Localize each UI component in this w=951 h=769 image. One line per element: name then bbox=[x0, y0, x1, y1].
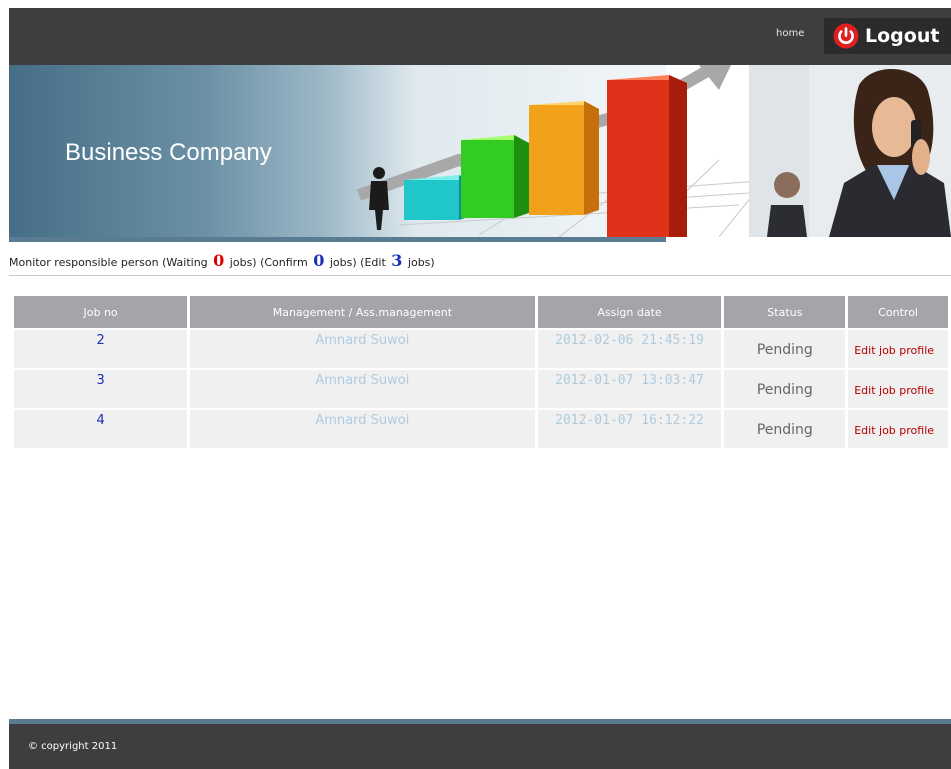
edit-job-profile-link[interactable]: Edit job profile bbox=[848, 370, 948, 397]
table-row: 2 Amnard Suwoi 2012-02-06 21:45:19 Pendi… bbox=[14, 328, 951, 368]
header-status: Status bbox=[724, 296, 849, 328]
logout-label: Logout bbox=[865, 25, 940, 47]
home-link[interactable]: home bbox=[776, 28, 804, 39]
assign-date: 2012-01-07 13:03:47 bbox=[555, 373, 704, 388]
header-management: Management / Ass.management bbox=[190, 296, 538, 328]
businesswoman-photo bbox=[749, 65, 951, 237]
manager-name: Amnard Suwoi bbox=[315, 333, 410, 348]
monitor-divider bbox=[9, 275, 951, 276]
jobs-table: Job no Management / Ass.management Assig… bbox=[14, 296, 951, 448]
monitor-summary: Monitor responsible person (Waiting 0 jo… bbox=[9, 251, 435, 270]
confirm-count: 0 bbox=[313, 251, 325, 270]
company-name: Business Company bbox=[65, 139, 272, 166]
header-assign-date: Assign date bbox=[537, 296, 725, 328]
edit-job-profile-link[interactable]: Edit job profile bbox=[848, 410, 948, 437]
header-control: Control bbox=[848, 296, 951, 328]
header-job-no: Job no bbox=[14, 296, 191, 328]
job-no-link[interactable]: 4 bbox=[96, 410, 104, 428]
banner: Business Company bbox=[9, 65, 951, 237]
copyright-text: © copyright 2011 bbox=[28, 741, 118, 752]
monitor-mid-1: jobs) (Confirm bbox=[229, 256, 308, 269]
manager-name: Amnard Suwoi bbox=[315, 413, 410, 428]
growth-chart-illustration bbox=[357, 65, 769, 237]
assign-date: 2012-01-07 16:12:22 bbox=[555, 413, 704, 428]
monitor-suffix: jobs) bbox=[407, 256, 435, 269]
banner-underline bbox=[9, 237, 666, 242]
status-text: Pending bbox=[756, 342, 813, 358]
monitor-mid-2: jobs) (Edit bbox=[329, 256, 386, 269]
table-row: 3 Amnard Suwoi 2012-01-07 13:03:47 Pendi… bbox=[14, 368, 951, 408]
assign-date: 2012-02-06 21:45:19 bbox=[555, 333, 704, 348]
edit-count: 3 bbox=[391, 251, 403, 270]
status-text: Pending bbox=[756, 382, 813, 398]
table-row: 4 Amnard Suwoi 2012-01-07 16:12:22 Pendi… bbox=[14, 408, 951, 448]
edit-job-profile-link[interactable]: Edit job profile bbox=[848, 330, 948, 357]
table-header-row: Job no Management / Ass.management Assig… bbox=[14, 296, 951, 328]
power-icon bbox=[833, 23, 859, 49]
top-bar: home Logout bbox=[9, 8, 951, 65]
page-frame: home Logout Business Company Monitor res… bbox=[9, 8, 951, 769]
job-no-link[interactable]: 2 bbox=[96, 330, 104, 348]
job-no-link[interactable]: 3 bbox=[96, 370, 104, 388]
footer: © copyright 2011 bbox=[9, 724, 951, 769]
logout-button[interactable]: Logout bbox=[824, 18, 951, 54]
status-text: Pending bbox=[756, 422, 813, 438]
monitor-prefix: Monitor responsible person (Waiting bbox=[9, 256, 208, 269]
manager-name: Amnard Suwoi bbox=[315, 373, 410, 388]
waiting-count: 0 bbox=[213, 251, 225, 270]
